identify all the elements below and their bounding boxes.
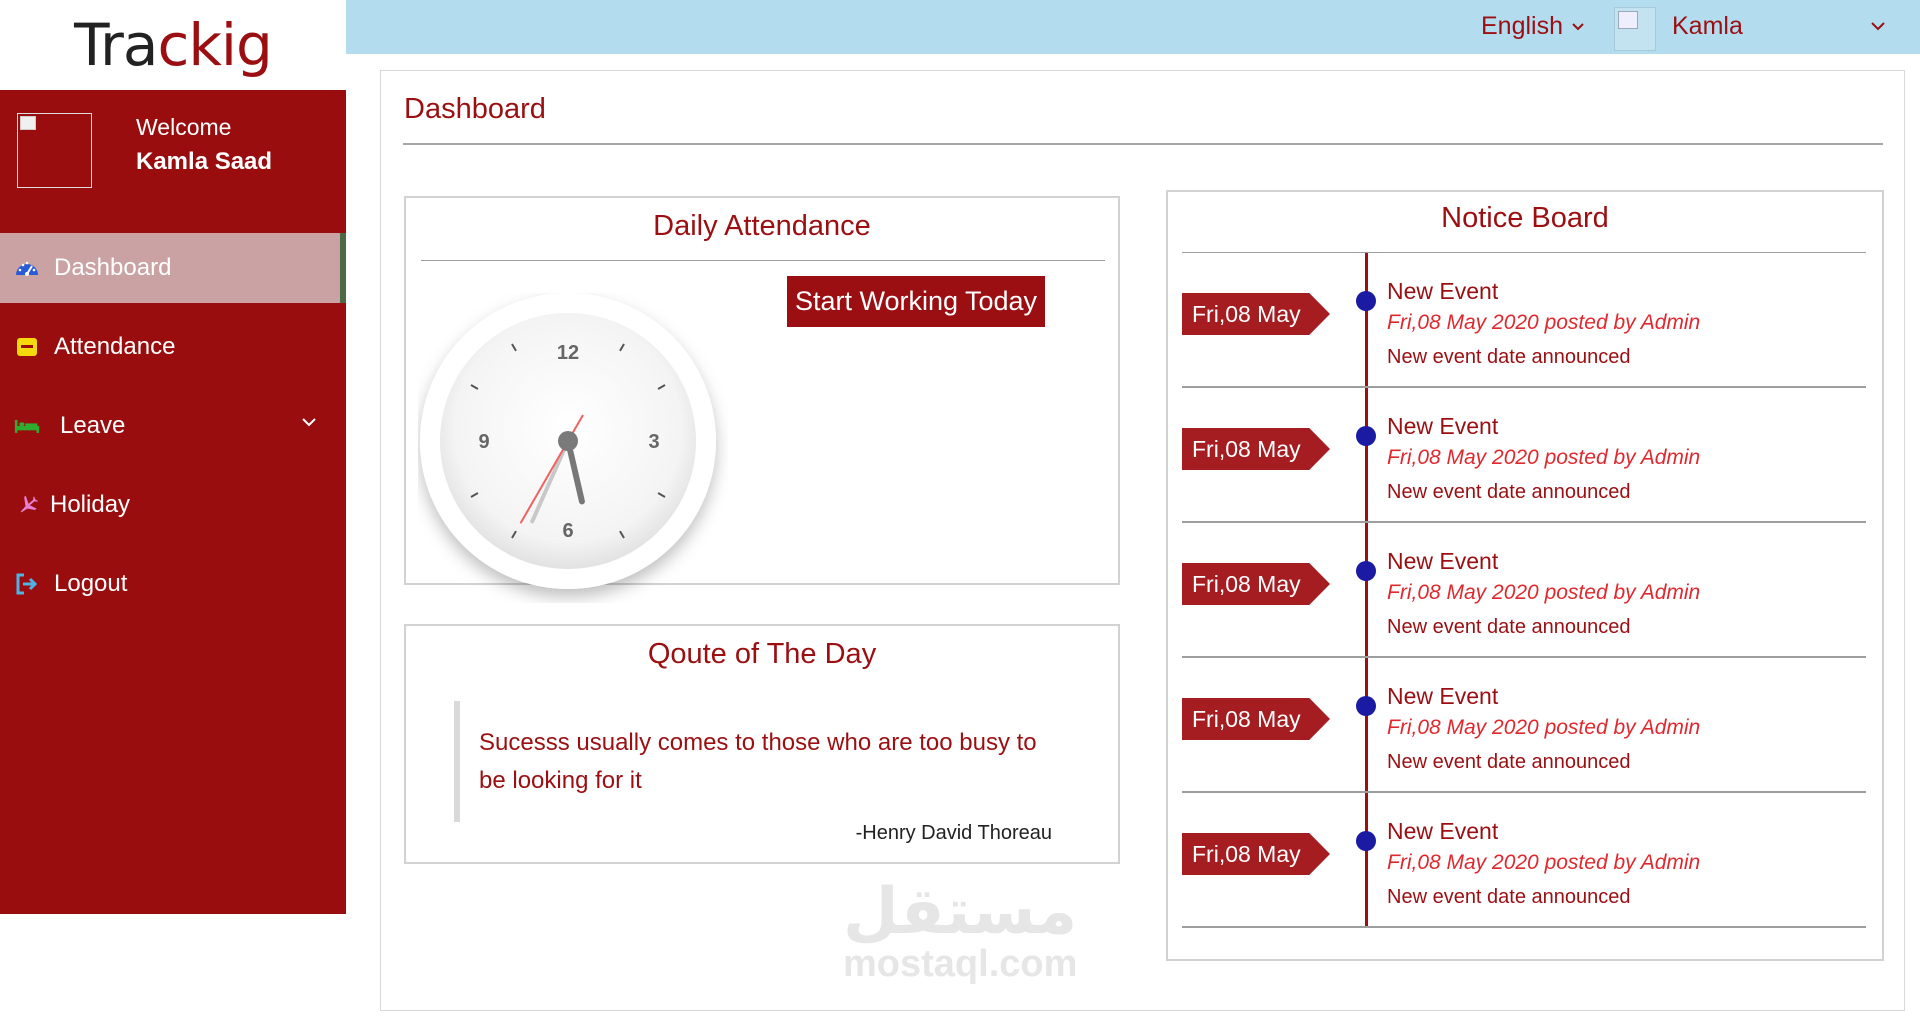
timeline-dot	[1356, 426, 1376, 446]
event-meta: Fri,08 May 2020 posted by Admin	[1387, 581, 1701, 604]
main-content: Dashboard Daily Attendance 12 3 6 9 Star…	[380, 70, 1905, 1011]
language-selector[interactable]: English	[1481, 12, 1585, 41]
timeline-line	[1365, 523, 1368, 656]
sidebar-item-label: Leave	[60, 412, 126, 439]
timeline-dot	[1356, 831, 1376, 851]
language-label: English	[1481, 12, 1563, 40]
notice-event[interactable]: Fri,08 May New Event Fri,08 May 2020 pos…	[1182, 253, 1866, 388]
quote-text: Sucesss usually comes to those who are t…	[479, 729, 1037, 794]
chevron-down-icon[interactable]	[1868, 16, 1888, 36]
chevron-down-icon	[1572, 22, 1584, 30]
event-title: New Event	[1387, 683, 1499, 709]
avatar	[17, 113, 92, 188]
notice-event[interactable]: Fri,08 May New Event Fri,08 May 2020 pos…	[1182, 793, 1866, 928]
id-card-icon	[14, 334, 40, 360]
sidebar-item-label: Dashboard	[54, 254, 172, 281]
event-date-ribbon: Fri,08 May	[1182, 428, 1330, 470]
event-title: New Event	[1387, 413, 1499, 439]
timeline-line	[1365, 658, 1368, 791]
timeline-line	[1365, 388, 1368, 521]
watermark-latin: mostaql.com	[843, 943, 1078, 985]
quote-title: Qoute of The Day	[647, 638, 877, 670]
logout-icon	[14, 571, 40, 597]
notice-event[interactable]: Fri,08 May New Event Fri,08 May 2020 pos…	[1182, 388, 1866, 523]
timeline-dot	[1356, 561, 1376, 581]
sidebar-item-dashboard[interactable]: Dashboard	[0, 233, 346, 303]
timeline-dot	[1356, 291, 1376, 311]
brand-part-1: Tra	[74, 11, 158, 79]
clock-number-3: 3	[648, 431, 659, 453]
user-menu-name[interactable]: Kamla	[1672, 12, 1743, 41]
page-title: Dashboard	[404, 93, 546, 125]
notice-event[interactable]: Fri,08 May New Event Fri,08 May 2020 pos…	[1182, 658, 1866, 793]
watermark: مستقل mostaql.com	[843, 875, 1078, 985]
event-title: New Event	[1387, 548, 1499, 574]
broken-image-icon	[20, 116, 36, 130]
attendance-card: Daily Attendance 12 3 6 9 Start Working …	[404, 196, 1120, 589]
notice-board-card: Notice Board Fri,08 May New Event Fri,08…	[1166, 190, 1884, 961]
sidebar-item-leave[interactable]: Leave	[0, 391, 346, 461]
chevron-down-icon[interactable]	[298, 411, 320, 433]
notice-board-title: Notice Board	[1441, 202, 1609, 234]
quote-bar	[454, 701, 460, 822]
user-avatar[interactable]	[1614, 7, 1656, 51]
event-meta: Fri,08 May 2020 posted by Admin	[1387, 851, 1701, 874]
event-meta: Fri,08 May 2020 posted by Admin	[1387, 311, 1701, 334]
clock-number-12: 12	[557, 342, 579, 364]
timeline-dot	[1356, 696, 1376, 716]
sidebar-user-name: Kamla Saad	[136, 148, 273, 175]
timeline-line	[1365, 253, 1368, 386]
quote-author: -Henry David Thoreau	[855, 822, 1052, 844]
analog-clock: 12 3 6 9	[420, 293, 716, 589]
event-date-ribbon: Fri,08 May	[1182, 293, 1330, 335]
event-description: New event date announced	[1387, 481, 1631, 503]
notice-event[interactable]: Fri,08 May New Event Fri,08 May 2020 pos…	[1182, 523, 1866, 658]
title-divider	[403, 143, 1883, 145]
brand-part-2: ckig	[157, 11, 272, 79]
sidebar-item-label: Attendance	[54, 333, 176, 360]
brand-logo[interactable]: Tra ckig	[0, 0, 346, 90]
sidebar-item-logout[interactable]: Logout	[0, 549, 346, 619]
timeline-line	[1365, 793, 1368, 926]
event-description: New event date announced	[1387, 346, 1631, 368]
clock-number-6: 6	[562, 520, 573, 542]
top-bar: English Kamla	[346, 0, 1920, 54]
watermark-arabic: مستقل	[843, 875, 1078, 949]
clock-center	[558, 431, 578, 451]
speedometer-icon	[14, 255, 40, 281]
plane-icon	[14, 492, 40, 518]
welcome-label: Welcome	[136, 114, 232, 140]
event-description: New event date announced	[1387, 886, 1631, 908]
sidebar-item-attendance[interactable]: Attendance	[0, 312, 346, 382]
event-description: New event date announced	[1387, 751, 1631, 773]
sidebar-item-label: Holiday	[50, 491, 131, 518]
event-description: New event date announced	[1387, 616, 1631, 638]
start-working-button[interactable]: Start Working Today	[787, 276, 1045, 327]
event-date-ribbon: Fri,08 May	[1182, 563, 1330, 605]
clock-number-9: 9	[478, 431, 489, 453]
broken-image-icon	[1618, 11, 1638, 29]
event-title: New Event	[1387, 818, 1499, 844]
event-meta: Fri,08 May 2020 posted by Admin	[1387, 446, 1701, 469]
attendance-title: Daily Attendance	[653, 210, 871, 242]
sidebar-item-label: Logout	[54, 570, 128, 597]
sidebar-profile: Welcome Kamla Saad	[0, 90, 346, 233]
sidebar-item-holiday[interactable]: Holiday	[0, 470, 346, 540]
quote-card: Qoute of The Day Sucesss usually comes t…	[404, 624, 1120, 864]
bed-icon	[14, 413, 40, 439]
event-date-ribbon: Fri,08 May	[1182, 833, 1330, 875]
event-title: New Event	[1387, 278, 1499, 304]
event-date-ribbon: Fri,08 May	[1182, 698, 1330, 740]
card-divider	[421, 260, 1105, 261]
event-meta: Fri,08 May 2020 posted by Admin	[1387, 716, 1701, 739]
sidebar: Welcome Kamla Saad Dashboard Attendance …	[0, 90, 346, 914]
